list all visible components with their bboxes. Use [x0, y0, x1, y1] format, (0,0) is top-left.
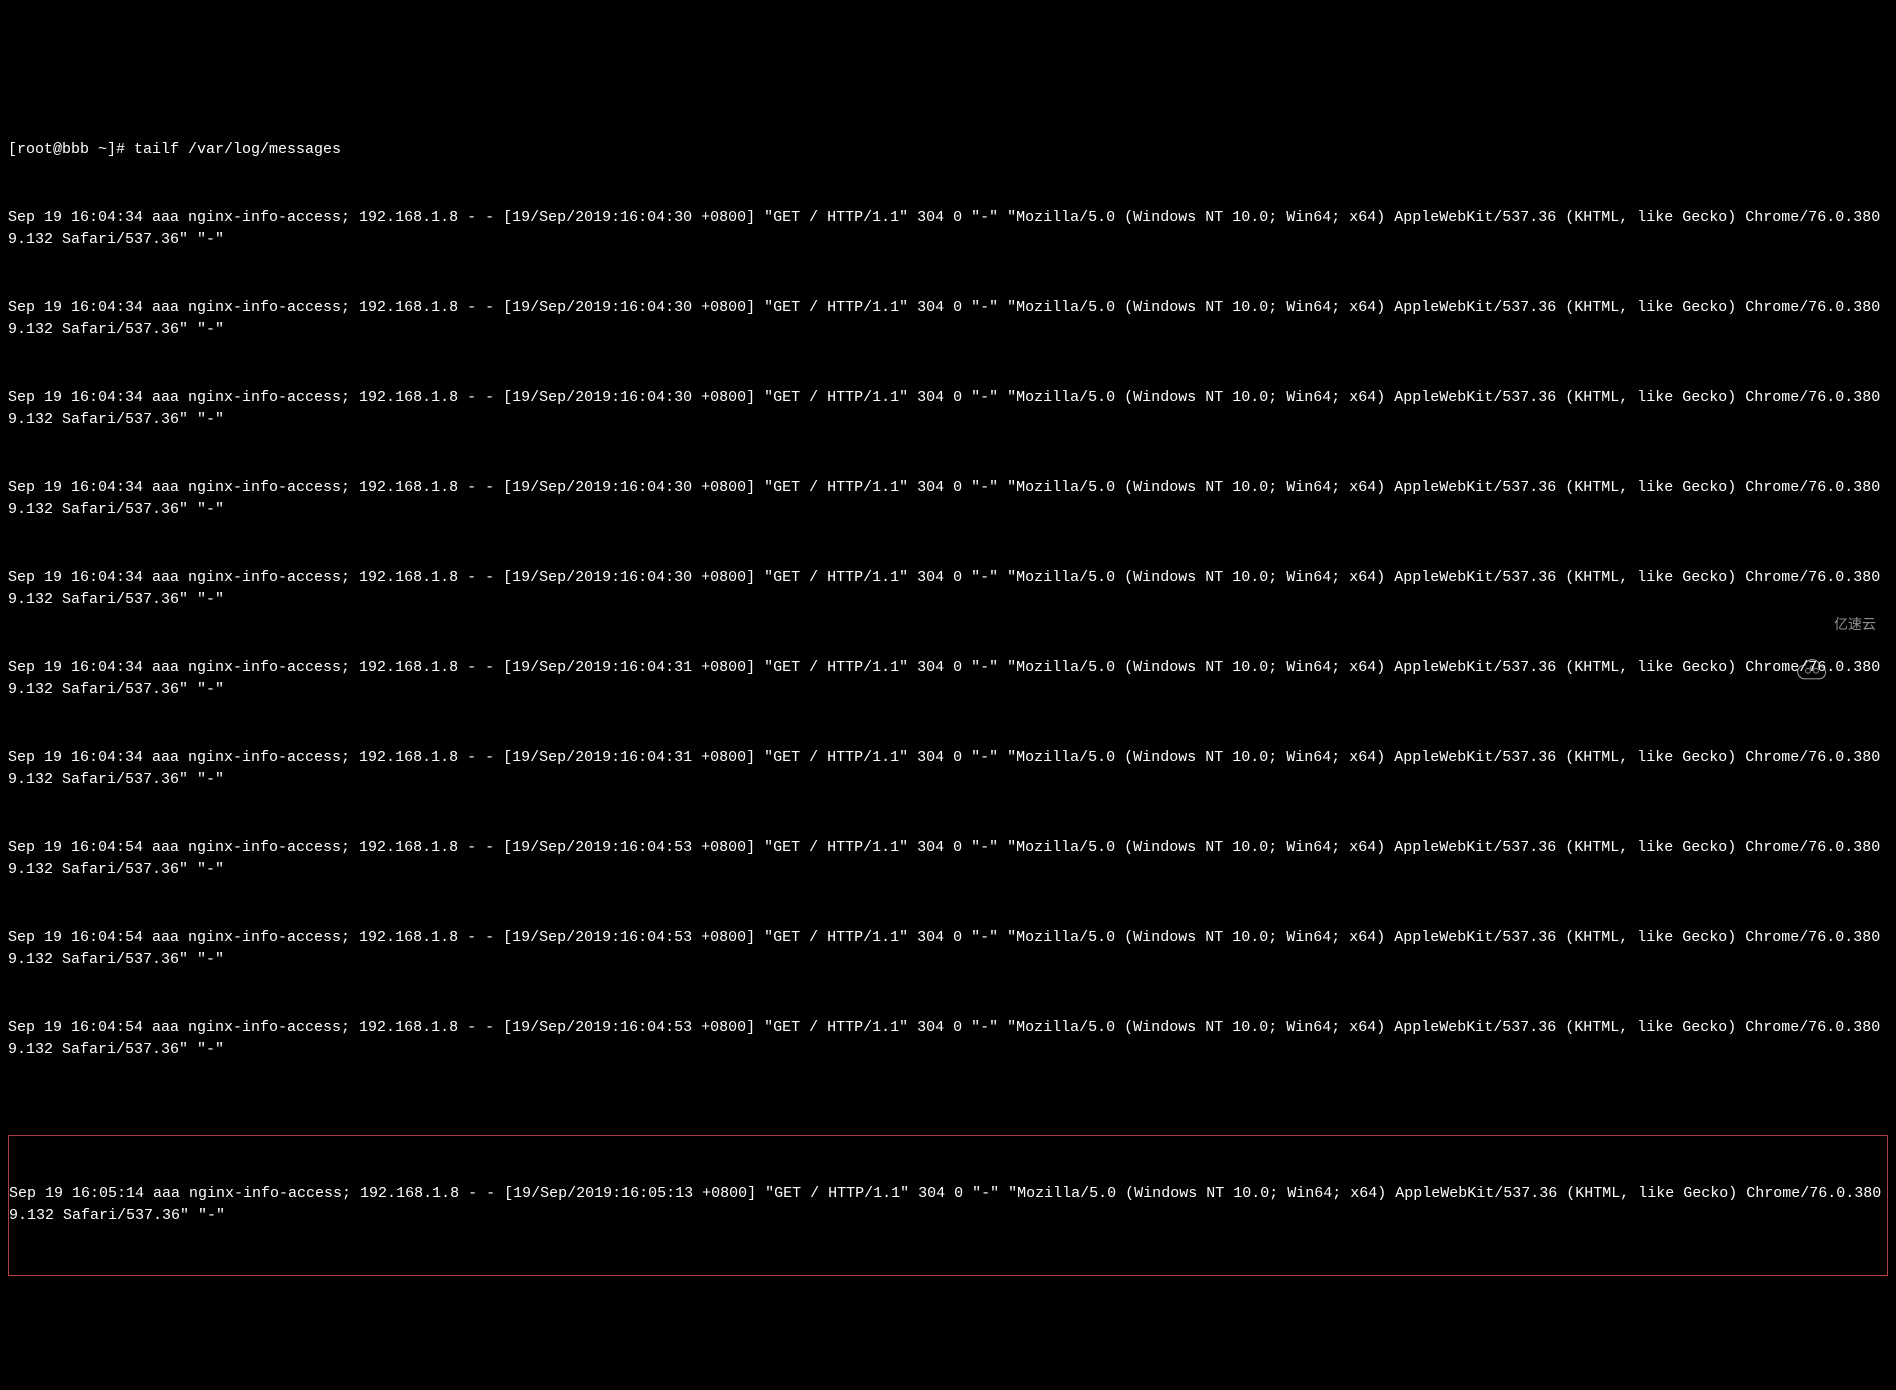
log-line: Sep 19 16:04:34 aaa nginx-info-access; 1…: [8, 477, 1888, 522]
log-line: Sep 19 16:04:34 aaa nginx-info-access; 1…: [8, 297, 1888, 342]
log-line: Sep 19 16:04:34 aaa nginx-info-access; 1…: [8, 567, 1888, 612]
highlighted-log-box: Sep 19 16:05:14 aaa nginx-info-access; 1…: [8, 1135, 1888, 1276]
log-line: Sep 19 16:04:34 aaa nginx-info-access; 1…: [8, 747, 1888, 792]
log-line: Sep 19 16:04:54 aaa nginx-info-access; 1…: [8, 837, 1888, 882]
highlighted-log-line: Sep 19 16:05:14 aaa nginx-info-access; 1…: [9, 1183, 1887, 1228]
log-line: Sep 19 16:04:54 aaa nginx-info-access; 1…: [8, 927, 1888, 972]
command-prompt-line: [root@bbb ~]# tailf /var/log/messages: [8, 139, 1888, 162]
cloud-icon: [1796, 613, 1828, 635]
watermark-text: 亿速云: [1834, 614, 1876, 635]
log-line: Sep 19 16:04:54 aaa nginx-info-access; 1…: [8, 1017, 1888, 1062]
terminal-output[interactable]: [root@bbb ~]# tailf /var/log/messages Se…: [8, 94, 1888, 1298]
log-line: Sep 19 16:04:34 aaa nginx-info-access; 1…: [8, 387, 1888, 432]
watermark: 亿速云: [1796, 613, 1876, 635]
log-line: Sep 19 16:04:34 aaa nginx-info-access; 1…: [8, 207, 1888, 252]
